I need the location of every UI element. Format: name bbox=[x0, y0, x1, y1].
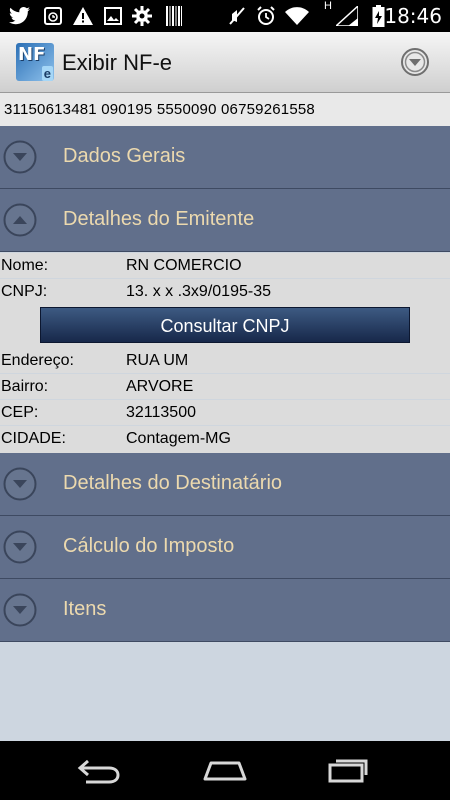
field-label: CIDADE: bbox=[1, 430, 66, 447]
section-detalhes-destinatario[interactable]: Detalhes do Destinatário bbox=[0, 453, 450, 516]
emitente-cnpj-row: CNPJ: 13. x x .3x9/0195-35 bbox=[0, 279, 450, 304]
empty-content-area bbox=[0, 642, 450, 741]
expand-chevron-down-icon bbox=[3, 140, 37, 174]
signal-type-label: H bbox=[324, 0, 332, 12]
section-label: Itens bbox=[63, 598, 107, 620]
home-icon[interactable] bbox=[201, 753, 249, 787]
logo-sub-text: e bbox=[41, 66, 53, 81]
section-itens[interactable]: Itens bbox=[0, 579, 450, 642]
field-value: RN COMERCIO bbox=[126, 257, 242, 274]
twitter-icon bbox=[8, 6, 32, 26]
circle-chevron-down-icon bbox=[401, 48, 429, 76]
emitente-nome-row: Nome: RN COMERCIO bbox=[0, 253, 450, 278]
emitente-cidade-row: CIDADE: Contagem-MG bbox=[0, 426, 450, 453]
alarm-clock-icon bbox=[42, 6, 64, 26]
action-bar: NF e Exibir NF-e bbox=[0, 32, 450, 93]
section-label: Detalhes do Emitente bbox=[63, 208, 255, 230]
field-value: RUA UM bbox=[126, 352, 189, 369]
emitente-endereco-row: Endereço: RUA UM bbox=[0, 348, 450, 373]
logo-main-text: NF bbox=[18, 44, 46, 65]
field-label: Endereço: bbox=[1, 352, 74, 369]
section-dados-gerais[interactable]: Dados Gerais bbox=[0, 126, 450, 189]
back-icon[interactable] bbox=[76, 753, 124, 787]
status-time: 18:46 bbox=[384, 4, 442, 28]
access-key-text: 31150613481 090195 5550090 06759261558 bbox=[4, 101, 315, 118]
section-calculo-imposto[interactable]: Cálculo do Imposto bbox=[0, 516, 450, 579]
expand-chevron-down-icon bbox=[3, 530, 37, 564]
field-label: CEP: bbox=[1, 404, 39, 421]
signal-icon: H bbox=[322, 0, 360, 26]
navigation-bar bbox=[0, 741, 450, 800]
consultar-cnpj-button[interactable]: Consultar CNPJ bbox=[40, 307, 410, 343]
settings-gear-icon bbox=[130, 6, 154, 26]
section-label: Dados Gerais bbox=[63, 145, 186, 167]
barcode-icon bbox=[164, 6, 184, 26]
image-icon bbox=[102, 6, 124, 26]
field-label: Bairro: bbox=[1, 378, 49, 395]
app-logo-icon: NF e bbox=[16, 43, 54, 81]
alarm-icon bbox=[255, 6, 277, 26]
expand-chevron-down-icon bbox=[3, 593, 37, 627]
field-label: CNPJ: bbox=[1, 283, 48, 300]
section-detalhes-emitente[interactable]: Detalhes do Emitente bbox=[0, 189, 450, 252]
warning-icon bbox=[72, 6, 94, 26]
page-title: Exibir NF-e bbox=[62, 50, 173, 75]
field-value: Contagem-MG bbox=[126, 430, 231, 447]
expand-chevron-down-icon bbox=[3, 467, 37, 501]
emitente-bairro-row: Bairro: ARVORE bbox=[0, 374, 450, 399]
section-label: Detalhes do Destinatário bbox=[63, 472, 283, 494]
access-key-bar: 31150613481 090195 5550090 06759261558 bbox=[0, 93, 450, 127]
emitente-cep-row: CEP: 32113500 bbox=[0, 400, 450, 425]
wifi-icon bbox=[284, 6, 310, 26]
field-value: 13. x x .3x9/0195-35 bbox=[126, 283, 271, 300]
status-bar: H 18:46 bbox=[0, 0, 450, 32]
field-value: 32113500 bbox=[126, 404, 196, 421]
field-label: Nome: bbox=[1, 257, 49, 274]
recent-apps-icon[interactable] bbox=[326, 753, 374, 787]
field-value: ARVORE bbox=[126, 378, 194, 395]
overflow-menu-button[interactable] bbox=[400, 47, 430, 77]
collapse-chevron-up-icon bbox=[3, 203, 37, 237]
section-label: Cálculo do Imposto bbox=[63, 535, 235, 557]
mute-icon bbox=[226, 6, 248, 26]
